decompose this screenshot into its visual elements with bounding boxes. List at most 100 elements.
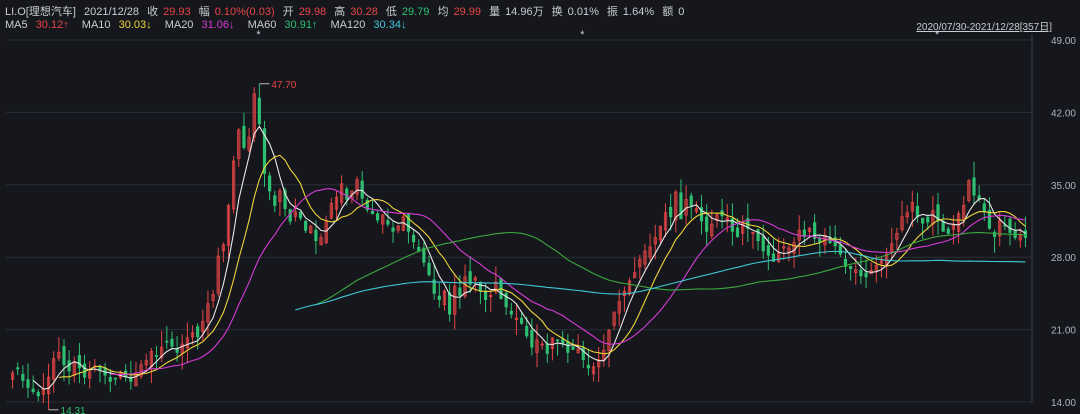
low-label: 低 [385,6,397,18]
y-tick-label: 35.00 [1051,181,1076,192]
candle-body [478,281,483,292]
stock-symbol[interactable]: LI.O[理想汽车] [5,6,76,18]
candle-body [447,292,452,315]
volume-label: 量 [489,6,501,18]
low-annotation: 14.31 [61,406,86,414]
ma60-line [315,231,1026,306]
candle-body [530,330,534,348]
candle-body [21,373,25,381]
candle-body [417,246,421,252]
candle-body [304,220,308,231]
candle-body [972,177,976,196]
y-tick-label: 14.00 [1051,398,1076,409]
candle-body [483,290,488,301]
candle-body [370,210,375,215]
candle-body [26,379,30,388]
candle-body [113,377,117,380]
y-tick-label: 21.00 [1051,326,1076,337]
candlestick-chart[interactable]: 49.00 42.00 35.00 28.00 21.00 14.00 47.70 14.31… [0,30,1080,414]
candle-body [36,391,40,397]
amplitude-label: 振 [606,6,618,18]
candle-body [165,340,169,343]
amplitude-value: 1.64% [622,6,655,18]
y-tick-label: 42.00 [1051,108,1076,119]
candle-body [1023,230,1028,238]
candle-body [16,367,20,370]
candle-body [679,192,683,220]
candle-body [154,355,159,357]
candle-body [345,188,349,200]
candle-body [437,295,441,301]
candle-body [921,217,925,224]
candle-body [689,195,693,206]
candle-body [314,229,318,242]
amount-value: 0 [678,6,685,18]
candle-body [391,227,395,232]
candle-body [849,265,853,269]
candle-body [427,262,431,276]
candle-body [360,180,364,199]
quote-date: 2021/12/28 [83,6,140,18]
y-tick-label: 28.00 [1051,253,1076,264]
open-label: 开 [282,6,294,18]
candle-body [566,340,570,353]
candle-body [273,195,277,206]
candle-body [705,216,709,232]
star-marker: * [935,30,940,41]
high-label: 高 [334,6,346,18]
quote-summary: LI.O[理想汽车] 2021/12/28 收 29.93 幅 0.10%(0.03… [5,3,689,19]
candle-body [98,366,102,371]
candle-body [509,310,513,315]
y-tick-label: 49.00 [1051,36,1076,47]
candle-body [735,227,740,237]
candle-body [669,206,673,218]
amount-label: 额 [662,6,674,18]
candle-body [77,355,82,369]
candle-body [242,125,246,148]
candle-body [756,229,760,242]
candle-body [581,347,585,360]
ma120-line [295,250,1026,311]
avg-value: 29.99 [453,6,481,18]
volume-value: 14.96万 [505,6,544,18]
candle-body [458,287,462,296]
high-annotation: 47.70 [271,80,296,91]
candle-body [859,269,863,277]
candle-body [838,244,842,255]
candle-body [108,376,112,382]
candle-body [298,211,303,219]
candle-body [519,317,524,324]
candle-body [864,272,868,278]
turnover-label: 换 [551,6,563,18]
close-label: 收 [147,6,159,18]
candle-body [412,234,416,243]
candle-body [555,339,560,342]
candle-body [946,228,950,234]
candle-body [941,221,945,232]
open-value: 29.98 [298,6,327,18]
candle-body [586,364,591,369]
turnover-value: 0.01% [567,6,599,18]
candle-body [170,338,174,347]
candle-body [761,236,765,252]
candle-body [525,325,529,337]
change-value: 0.10%(0.03) [214,6,275,18]
high-value: 30.28 [350,6,378,18]
candle-body [766,245,770,256]
avg-label: 均 [437,6,449,18]
candle-body [545,343,549,354]
star-marker: * [580,30,585,41]
candle-body [257,97,261,125]
candle-body [196,326,200,338]
change-label: 幅 [198,6,210,18]
candle-body [31,388,35,393]
candle-body [62,346,66,366]
candle-body [818,237,822,243]
candle-body [1008,218,1012,233]
candle-body [376,213,380,221]
low-value: 29.79 [401,6,430,18]
candle-body [915,205,920,218]
close-value: 29.93 [163,6,191,18]
candle-body [386,220,390,225]
candle-body [926,216,930,223]
